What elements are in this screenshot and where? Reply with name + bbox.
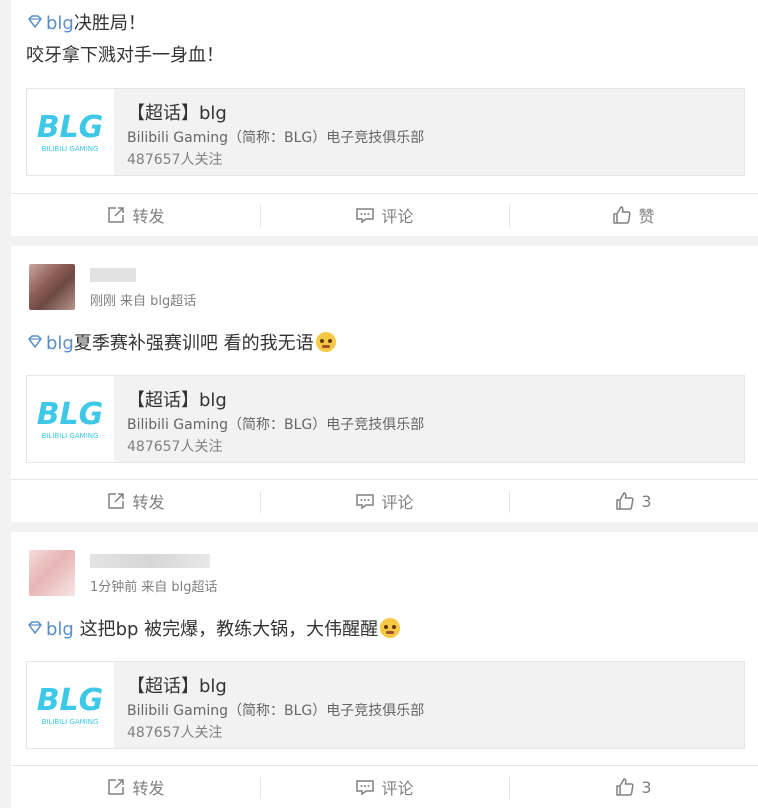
supertopic-tag[interactable]: blg	[26, 619, 74, 640]
topic-title: 【超话】blg	[127, 676, 227, 697]
comment-button[interactable]: 评论	[260, 766, 509, 808]
comment-button[interactable]: 评论	[260, 480, 509, 522]
share-icon	[108, 493, 125, 509]
logo-text: BLG	[37, 683, 104, 718]
action-bar: 转发 评论 赞	[11, 193, 758, 236]
like-count: 3	[641, 491, 652, 511]
supertopic-card[interactable]: BLG BILIBILI GAMING 【超话】blg Bilibili Gam…	[26, 88, 745, 176]
post-text: blg决胜局！	[26, 12, 146, 36]
blg-logo: BLG BILIBILI GAMING	[27, 376, 114, 462]
post-text-line: 咬牙拿下溅对手一身血！	[26, 45, 224, 66]
diamond-icon	[28, 335, 42, 349]
repost-button[interactable]: 转发	[11, 766, 260, 808]
blg-logo: BLG BILIBILI GAMING	[27, 89, 114, 175]
supertopic-tag[interactable]: blg	[26, 13, 74, 34]
topic-title: 【超话】blg	[127, 390, 227, 411]
post-header: 刚刚 来自 blg超话	[29, 264, 629, 314]
supertopic-card[interactable]: BLG BILIBILI GAMING 【超话】blg Bilibili Gam…	[26, 661, 745, 749]
post-source[interactable]: 来自 blg超话	[141, 580, 217, 595]
like-count: 3	[641, 777, 652, 797]
blg-logo: BLG BILIBILI GAMING	[27, 662, 114, 748]
like-button[interactable]: 3	[509, 480, 758, 522]
supertopic-tag[interactable]: blg	[26, 333, 74, 354]
crying-emoji-icon	[315, 332, 336, 352]
topic-followers: 487657人关注	[127, 725, 223, 741]
like-button[interactable]: 赞	[509, 194, 758, 236]
post-card: blg决胜局！ 咬牙拿下溅对手一身血！ BLG BILIBILI GAMING …	[11, 0, 758, 236]
post-card: 1分钟前 来自 blg超话 blg 这把bp 被完爆，教练大锅，大伟醒醒 BLG …	[11, 532, 758, 808]
logo-subtext: BILIBILI GAMING	[42, 718, 99, 726]
comment-button[interactable]: 评论	[260, 194, 509, 236]
diamond-icon	[28, 621, 42, 635]
topic-description: Bilibili Gaming（简称：BLG）电子竞技俱乐部	[127, 130, 425, 146]
logo-text: BLG	[37, 397, 104, 432]
supertopic-card[interactable]: BLG BILIBILI GAMING 【超话】blg Bilibili Gam…	[26, 375, 745, 463]
comment-icon	[356, 780, 375, 796]
weibo-feed: blg决胜局！ 咬牙拿下溅对手一身血！ BLG BILIBILI GAMING …	[0, 0, 758, 808]
thumbs-up-icon	[613, 206, 632, 224]
post-time[interactable]: 刚刚	[90, 294, 116, 309]
comment-icon	[356, 208, 375, 224]
share-icon	[108, 779, 125, 795]
action-bar: 转发 评论 3	[11, 479, 758, 522]
post-source[interactable]: 来自 blg超话	[120, 294, 196, 309]
like-button[interactable]: 3	[509, 766, 758, 808]
post-text: blg 这把bp 被完爆，教练大锅，大伟醒醒	[26, 618, 401, 642]
share-icon	[108, 207, 125, 223]
post-card: 刚刚 来自 blg超话 blg夏季赛补强赛训吧 看的我无语 BLG BILIBIL…	[11, 246, 758, 522]
crying-emoji-icon	[380, 618, 401, 638]
action-bar: 转发 评论 3	[11, 765, 758, 808]
repost-button[interactable]: 转发	[11, 194, 260, 236]
comment-icon	[356, 494, 375, 510]
thumbs-up-icon	[616, 492, 634, 510]
username-blurred[interactable]	[90, 554, 210, 568]
avatar[interactable]	[29, 264, 75, 310]
logo-text: BLG	[37, 110, 104, 145]
topic-description: Bilibili Gaming（简称：BLG）电子竞技俱乐部	[127, 417, 425, 433]
topic-followers: 487657人关注	[127, 439, 223, 455]
logo-subtext: BILIBILI GAMING	[42, 145, 99, 153]
topic-followers: 487657人关注	[127, 152, 223, 168]
post-meta: 刚刚 来自 blg超话	[90, 290, 196, 309]
avatar[interactable]	[29, 550, 75, 596]
post-header: 1分钟前 来自 blg超话	[29, 550, 629, 600]
diamond-icon	[28, 15, 42, 29]
post-meta: 1分钟前 来自 blg超话	[90, 576, 218, 595]
topic-description: Bilibili Gaming（简称：BLG）电子竞技俱乐部	[127, 703, 425, 719]
repost-button[interactable]: 转发	[11, 480, 260, 522]
topic-title: 【超话】blg	[127, 103, 227, 124]
post-time[interactable]: 1分钟前	[90, 580, 137, 595]
username-blurred[interactable]	[90, 268, 136, 282]
post-text: blg夏季赛补强赛训吧 看的我无语	[26, 332, 336, 356]
thumbs-up-icon	[616, 778, 634, 796]
logo-subtext: BILIBILI GAMING	[42, 432, 99, 440]
